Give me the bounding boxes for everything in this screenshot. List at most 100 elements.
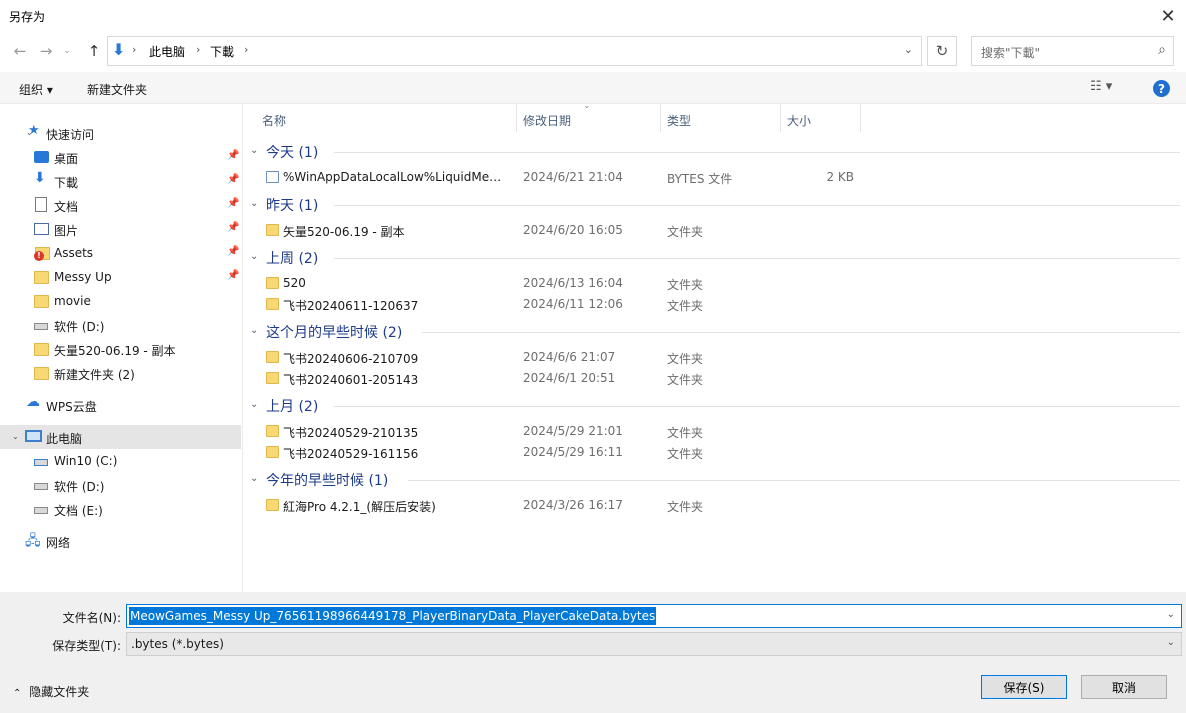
refresh-button[interactable]: ↻	[927, 36, 957, 66]
column-separator[interactable]	[516, 104, 517, 132]
forward-button[interactable]: →	[35, 40, 57, 62]
column-header-name[interactable]: 名称	[262, 112, 286, 129]
group-header[interactable]: ⌄ 昨天 (1)	[250, 194, 1180, 216]
pin-icon[interactable]: 📌	[227, 246, 239, 257]
sidebar-item-assets[interactable]: ! Assets 📌	[0, 241, 241, 265]
file-row[interactable]: 飞书20240601-205143 2024/6/1 20:51 文件夹	[244, 368, 1186, 389]
file-row[interactable]: %WinAppDataLocalLow%LiquidMeo... 2024/6/…	[244, 167, 1186, 188]
sidebar-item-vector-copy[interactable]: 矢量520-06.19 - 副本	[0, 337, 241, 361]
pin-icon[interactable]: 📌	[227, 150, 239, 161]
address-history-dropdown[interactable]: ⌄	[904, 43, 913, 56]
sidebar-item-this-pc[interactable]: ⌄ 此电脑	[0, 425, 241, 449]
sidebar-item-label: Win10 (C:)	[54, 454, 118, 468]
sidebar-item-label: 文档 (E:)	[54, 504, 103, 518]
help-icon[interactable]: ?	[1153, 80, 1170, 97]
sidebar-item-network[interactable]: 🖧 网络	[0, 529, 241, 553]
group-divider	[408, 480, 1180, 481]
new-folder-button[interactable]: 新建文件夹	[87, 81, 147, 98]
chevron-right-icon[interactable]: ›	[196, 43, 200, 56]
group-header[interactable]: ⌄ 上周 (2)	[250, 247, 1180, 269]
sidebar-item-drive-d-2[interactable]: 软件 (D:)	[0, 473, 241, 497]
column-header-size[interactable]: 大小	[787, 112, 811, 129]
file-name: %WinAppDataLocalLow%LiquidMeo...	[283, 170, 505, 184]
chevron-right-icon[interactable]: ›	[132, 43, 136, 56]
sidebar-item-label: 下載	[54, 176, 79, 190]
filename-input[interactable]: MeowGames_Messy Up_76561198966449178_Pla…	[126, 604, 1182, 628]
up-button[interactable]: ↑	[83, 40, 105, 62]
address-bar[interactable]: ⬇ › 此电脑 › 下載 › ⌄	[107, 36, 922, 66]
group-label: 这个月的早些时候 (2)	[266, 325, 403, 341]
organize-menu[interactable]: 组织 ▾	[19, 81, 53, 98]
sidebar-item-drive-e[interactable]: 文档 (E:)	[0, 497, 241, 521]
file-name: 520	[283, 276, 306, 290]
pin-icon[interactable]: 📌	[227, 270, 239, 281]
breadcrumb-downloads[interactable]: 下載	[210, 43, 234, 60]
search-input[interactable]: 搜索"下載" ⌕	[971, 36, 1174, 66]
drive-icon	[34, 323, 48, 330]
breadcrumb-this-pc[interactable]: 此电脑	[149, 43, 185, 60]
back-button[interactable]: ←	[9, 40, 31, 62]
file-name: 飞书20240529-161156	[283, 447, 419, 461]
file-row[interactable]: 矢量520-06.19 - 副本 2024/6/20 16:05 文件夹	[244, 220, 1186, 241]
sidebar-item-documents[interactable]: 文档 📌	[0, 193, 241, 217]
desktop-icon	[34, 151, 49, 163]
pin-icon[interactable]: 📌	[227, 222, 239, 233]
chevron-right-icon[interactable]: ›	[244, 43, 248, 56]
drive-icon	[34, 483, 48, 490]
sidebar-item-quick-access[interactable]: ⌄ ★ 快速访问	[0, 121, 241, 145]
column-separator[interactable]	[860, 104, 861, 132]
sidebar-item-drive-c[interactable]: Win10 (C:)	[0, 449, 241, 473]
sidebar-item-pictures[interactable]: 图片 📌	[0, 217, 241, 241]
filetype-select[interactable]: .bytes (*.bytes) ⌄	[126, 632, 1182, 656]
group-header[interactable]: ⌄ 上月 (2)	[250, 395, 1180, 417]
column-header-type[interactable]: 类型	[667, 112, 691, 129]
group-header[interactable]: ⌄ 今天 (1)	[250, 141, 1180, 163]
file-row[interactable]: 紅海Pro 4.2.1_(解压后安装) 2024/3/26 16:17 文件夹	[244, 495, 1186, 516]
filename-value: MeowGames_Messy Up_76561198966449178_Pla…	[129, 607, 657, 625]
column-separator[interactable]	[780, 104, 781, 132]
arrow-right-icon: →	[39, 42, 53, 60]
group-header[interactable]: ⌄ 今年的早些时候 (1)	[250, 469, 1180, 491]
file-row[interactable]: 飞书20240529-161156 2024/5/29 16:11 文件夹	[244, 442, 1186, 463]
view-options-button[interactable]: ☷ ▾	[1090, 79, 1112, 94]
recent-locations-button[interactable]: ⌄	[60, 40, 74, 62]
file-date: 2024/6/6 21:07	[523, 350, 616, 364]
group-divider	[422, 332, 1180, 333]
save-button[interactable]: 保存(S)	[981, 675, 1067, 699]
chevron-down-icon[interactable]: ⌄	[12, 432, 19, 441]
sidebar-item-label: movie	[54, 294, 91, 308]
column-header-date[interactable]: 修改日期	[523, 112, 571, 129]
chevron-down-icon: ⌄	[63, 46, 71, 56]
sidebar-item-drive-d[interactable]: 软件 (D:)	[0, 313, 241, 337]
sidebar-item-downloads[interactable]: ⬇ 下載 📌	[0, 169, 241, 193]
sidebar-item-label: 软件 (D:)	[54, 480, 105, 494]
group-label: 今年的早些时候 (1)	[266, 473, 389, 489]
cancel-button[interactable]: 取消	[1081, 675, 1167, 699]
sidebar-item-wps-cloud[interactable]: ☁ WPS云盘	[0, 393, 241, 417]
file-date: 2024/5/29 16:11	[523, 445, 623, 459]
file-row[interactable]: 飞书20240611-120637 2024/6/11 12:06 文件夹	[244, 294, 1186, 315]
chevron-down-icon: ⌄	[250, 145, 259, 156]
file-type: 文件夹	[667, 500, 704, 514]
hide-folders-toggle[interactable]: ⌃ 隐藏文件夹	[13, 683, 89, 700]
pin-icon[interactable]: 📌	[227, 198, 239, 209]
file-list: 名称 ⌄ 修改日期 类型 大小 ⌄ 今天 (1) %WinAppDataLoca…	[244, 101, 1186, 592]
sidebar-item-messy-up[interactable]: Messy Up 📌	[0, 265, 241, 289]
pin-icon[interactable]: 📌	[227, 174, 239, 185]
column-separator[interactable]	[660, 104, 661, 132]
file-row[interactable]: 飞书20240529-210135 2024/5/29 21:01 文件夹	[244, 421, 1186, 442]
group-header[interactable]: ⌄ 这个月的早些时候 (2)	[250, 321, 1180, 343]
toolbar: 组织 ▾ 新建文件夹 ☷ ▾	[0, 72, 1186, 104]
sort-indicator-icon: ⌄	[583, 101, 591, 111]
sidebar-item-label: 网络	[46, 536, 71, 550]
chevron-down-icon[interactable]: ⌄	[1167, 609, 1175, 620]
file-row[interactable]: 520 2024/6/13 16:04 文件夹	[244, 273, 1186, 294]
folder-icon	[34, 343, 49, 356]
close-button[interactable]: ✕	[1150, 0, 1186, 32]
filetype-label: 保存类型(T):	[52, 639, 121, 653]
file-row[interactable]: 飞书20240606-210709 2024/6/6 21:07 文件夹	[244, 347, 1186, 368]
sidebar-item-new-folder-2[interactable]: 新建文件夹 (2)	[0, 361, 241, 385]
sidebar-item-desktop[interactable]: 桌面 📌	[0, 145, 241, 169]
group-divider	[334, 205, 1180, 206]
sidebar-item-movie[interactable]: movie	[0, 289, 241, 313]
